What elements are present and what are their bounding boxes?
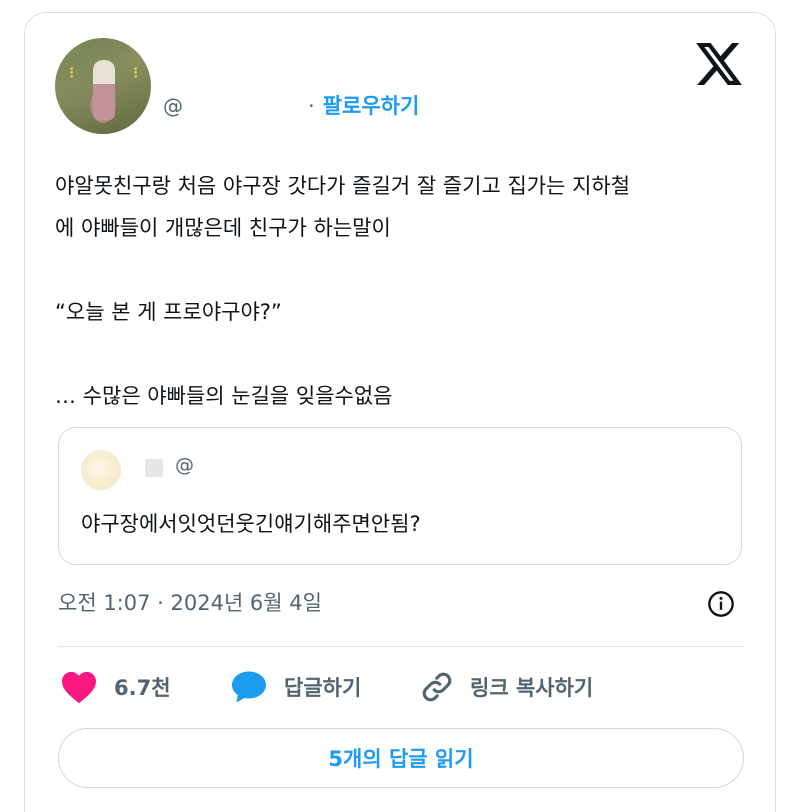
tweet-text: 야알못친구랑 처음 야구장 갓다가 즐길거 잘 즐기고 집가는 지하철 에 야빠…	[55, 174, 631, 408]
tweet-timestamp[interactable]: 오전 1:07 · 2024년 6월 4일	[58, 587, 322, 617]
copy-link-label: 링크 복사하기	[470, 676, 594, 700]
follow-label: 팔로우하기	[322, 94, 420, 118]
quoted-name-placeholder	[145, 459, 163, 477]
like-count: 6.7천	[114, 676, 171, 700]
quoted-avatar	[81, 450, 121, 490]
quoted-handle: @	[175, 454, 194, 476]
follow-separator: ·	[308, 94, 315, 118]
author-handle[interactable]: @	[163, 94, 183, 118]
x-logo-icon[interactable]	[696, 43, 742, 85]
quoted-tweet[interactable]: @ 야구장에서잇엇던웃긴얘기해주면안됨?	[58, 427, 742, 565]
quoted-text: 야구장에서잇엇던웃긴얘기해주면안됨?	[81, 512, 421, 536]
info-icon[interactable]	[707, 590, 735, 618]
heart-icon	[62, 671, 96, 704]
divider	[58, 646, 744, 647]
speech-bubble-icon	[232, 671, 266, 703]
follow-button[interactable]: · 팔로우하기	[308, 90, 419, 120]
avatar-decoration-right: ⋮	[129, 66, 142, 81]
read-replies-button[interactable]: 5개의 답글 읽기	[58, 728, 744, 788]
like-button[interactable]: 6.7천	[60, 670, 171, 704]
reply-label: 답글하기	[284, 676, 362, 700]
author-avatar[interactable]: ⋮ ⋮	[55, 38, 151, 134]
link-icon	[422, 672, 452, 702]
reply-button[interactable]: 답글하기	[230, 670, 361, 704]
avatar-decoration-left: ⋮	[65, 66, 78, 81]
avatar-figure	[93, 60, 115, 120]
copy-link-button[interactable]: 링크 복사하기	[420, 670, 593, 704]
